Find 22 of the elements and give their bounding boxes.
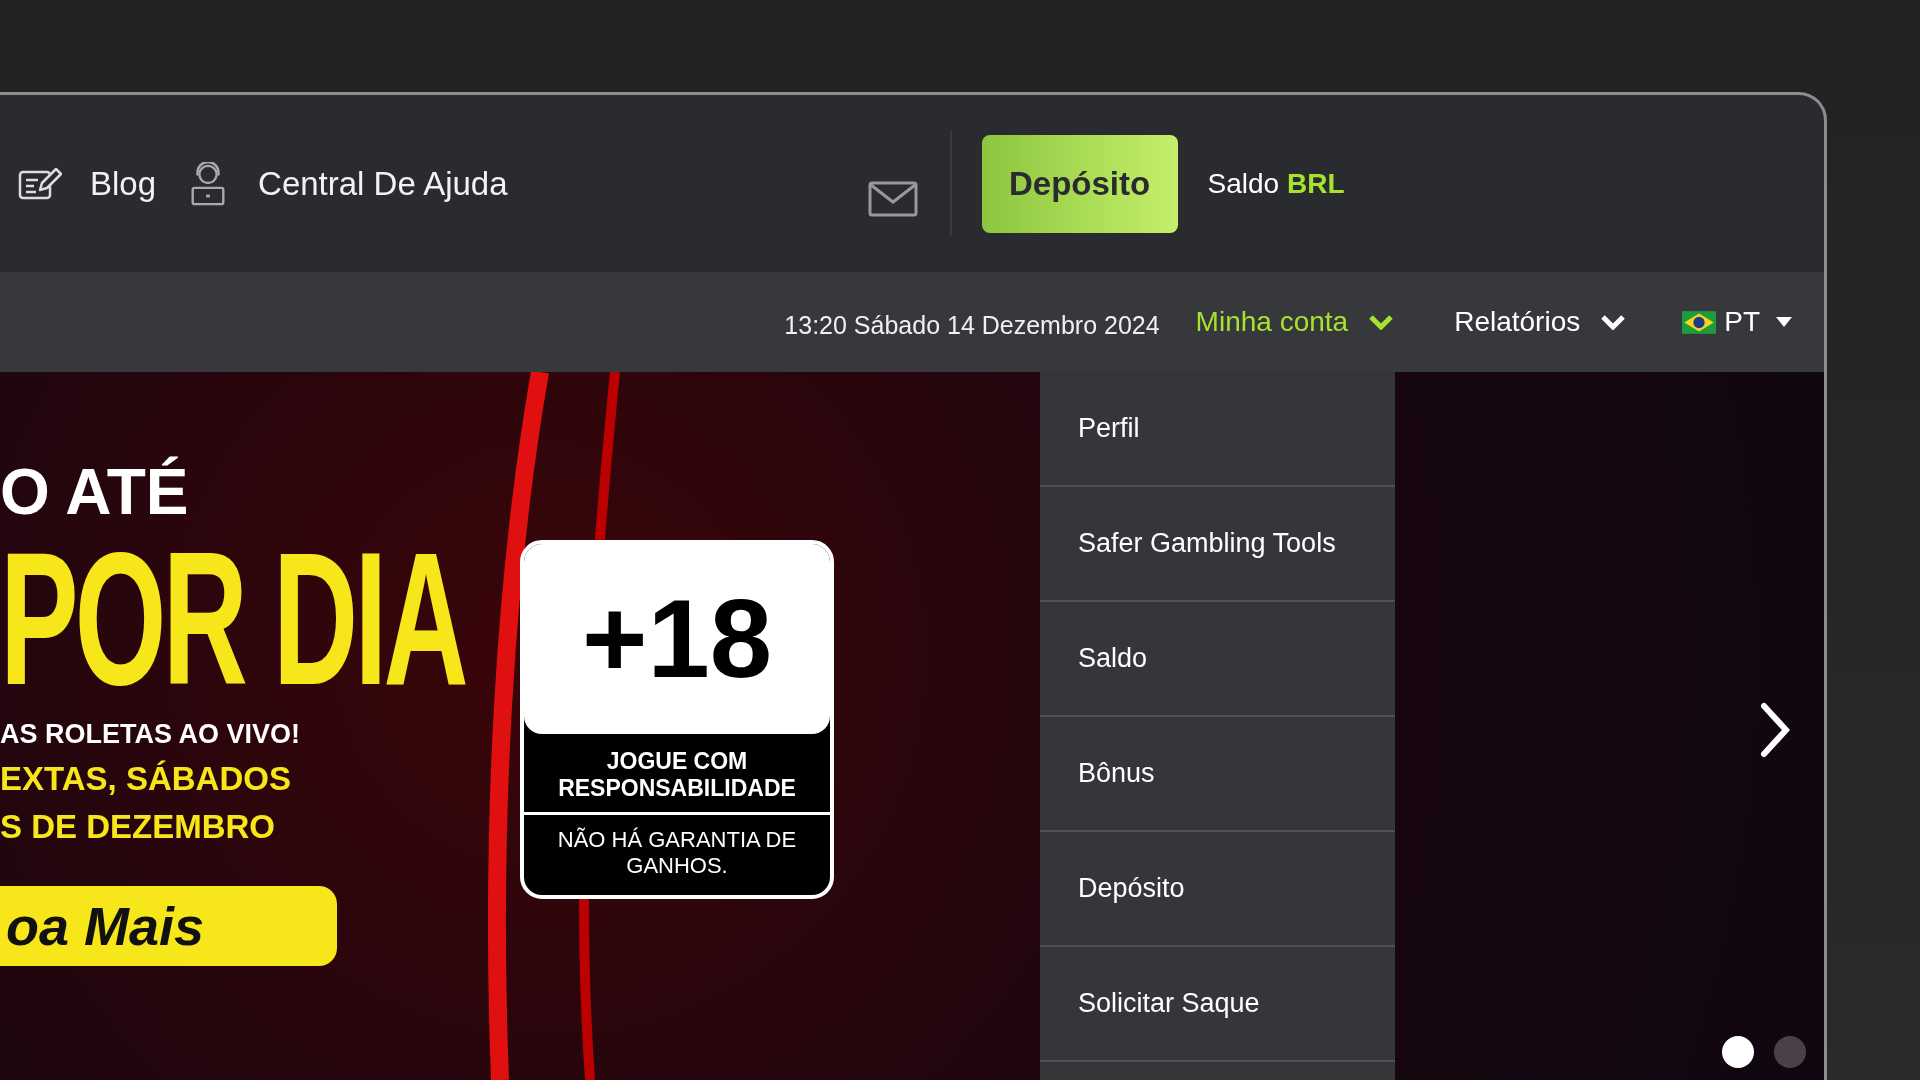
balance-label: Saldo BRL [1207,167,1345,200]
header-link[interactable]: Central De Ajuda [258,164,508,203]
banner-cta-button[interactable]: oa Mais [0,885,337,966]
menu-dropdown[interactable]: Relatórios [1454,306,1627,338]
menu-item[interactable]: Bônus [1040,717,1395,832]
language-selector[interactable]: PT [1682,306,1792,338]
menu-dropdown[interactable]: Minha conta [1195,306,1395,338]
badge-disclaimer: NÃO HÁ GARANTIA DE GANHOS. [556,826,798,880]
banner-dates: S DE DEZEMBRO [0,807,276,846]
banner-subtitle: AS ROLETAS AO VIVO! [0,718,301,750]
badge-message: JOGUE COM RESPONSABILIDADE [524,734,830,815]
menu-item[interactable]: Saldo [1040,602,1395,717]
age-label: +18 [524,544,830,734]
deposit-button[interactable]: Depósito [981,134,1178,233]
menu-item[interactable]: Depósito [1040,832,1395,947]
menu-item[interactable]: Safer Gambling Tools [1040,487,1395,602]
banner-dates: EXTAS, SÁBADOS [0,759,291,798]
menu-item[interactable]: Perfil [1040,372,1395,487]
menu-item[interactable]: Solicitar Saque [1040,947,1395,1062]
header-link[interactable]: Blog [90,164,157,203]
date-time: 13:20 Sábado 14 Dezembro 2024 [784,310,1160,340]
banner-amount: POR DIA [0,528,465,709]
